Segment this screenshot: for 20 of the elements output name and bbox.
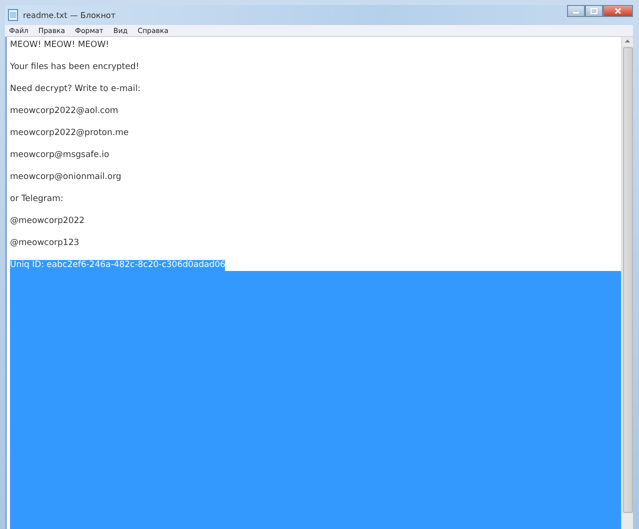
- text-line: meowcorp@msgsafe.io: [10, 150, 110, 161]
- text-line: Your files has been encrypted!: [10, 62, 140, 73]
- text-line: @meowcorp2022: [10, 216, 85, 227]
- maximize-button[interactable]: [585, 5, 603, 17]
- minimize-button[interactable]: [567, 5, 585, 17]
- maximize-icon: [590, 8, 598, 14]
- close-icon: [614, 8, 622, 14]
- vertical-scrollbar[interactable]: [621, 37, 633, 529]
- text-line: @meowcorp123: [10, 238, 80, 249]
- text-line: MEOW! MEOW! MEOW!: [10, 40, 110, 51]
- text-line: meowcorp@onionmail.org: [10, 172, 122, 183]
- up-arrow-icon: [622, 37, 633, 45]
- scroll-thumb[interactable]: [622, 47, 632, 513]
- text-line: meowcorp2022@proton.me: [10, 128, 129, 139]
- close-button[interactable]: [603, 5, 633, 17]
- window-title: readme.txt — Блокнот: [23, 10, 116, 20]
- notepad-icon: [8, 9, 18, 21]
- text-line: Need decrypt? Write to e-mail:: [10, 84, 140, 95]
- text-line: or Telegram:: [10, 194, 64, 205]
- text-line: meowcorp2022@aol.com: [10, 106, 118, 117]
